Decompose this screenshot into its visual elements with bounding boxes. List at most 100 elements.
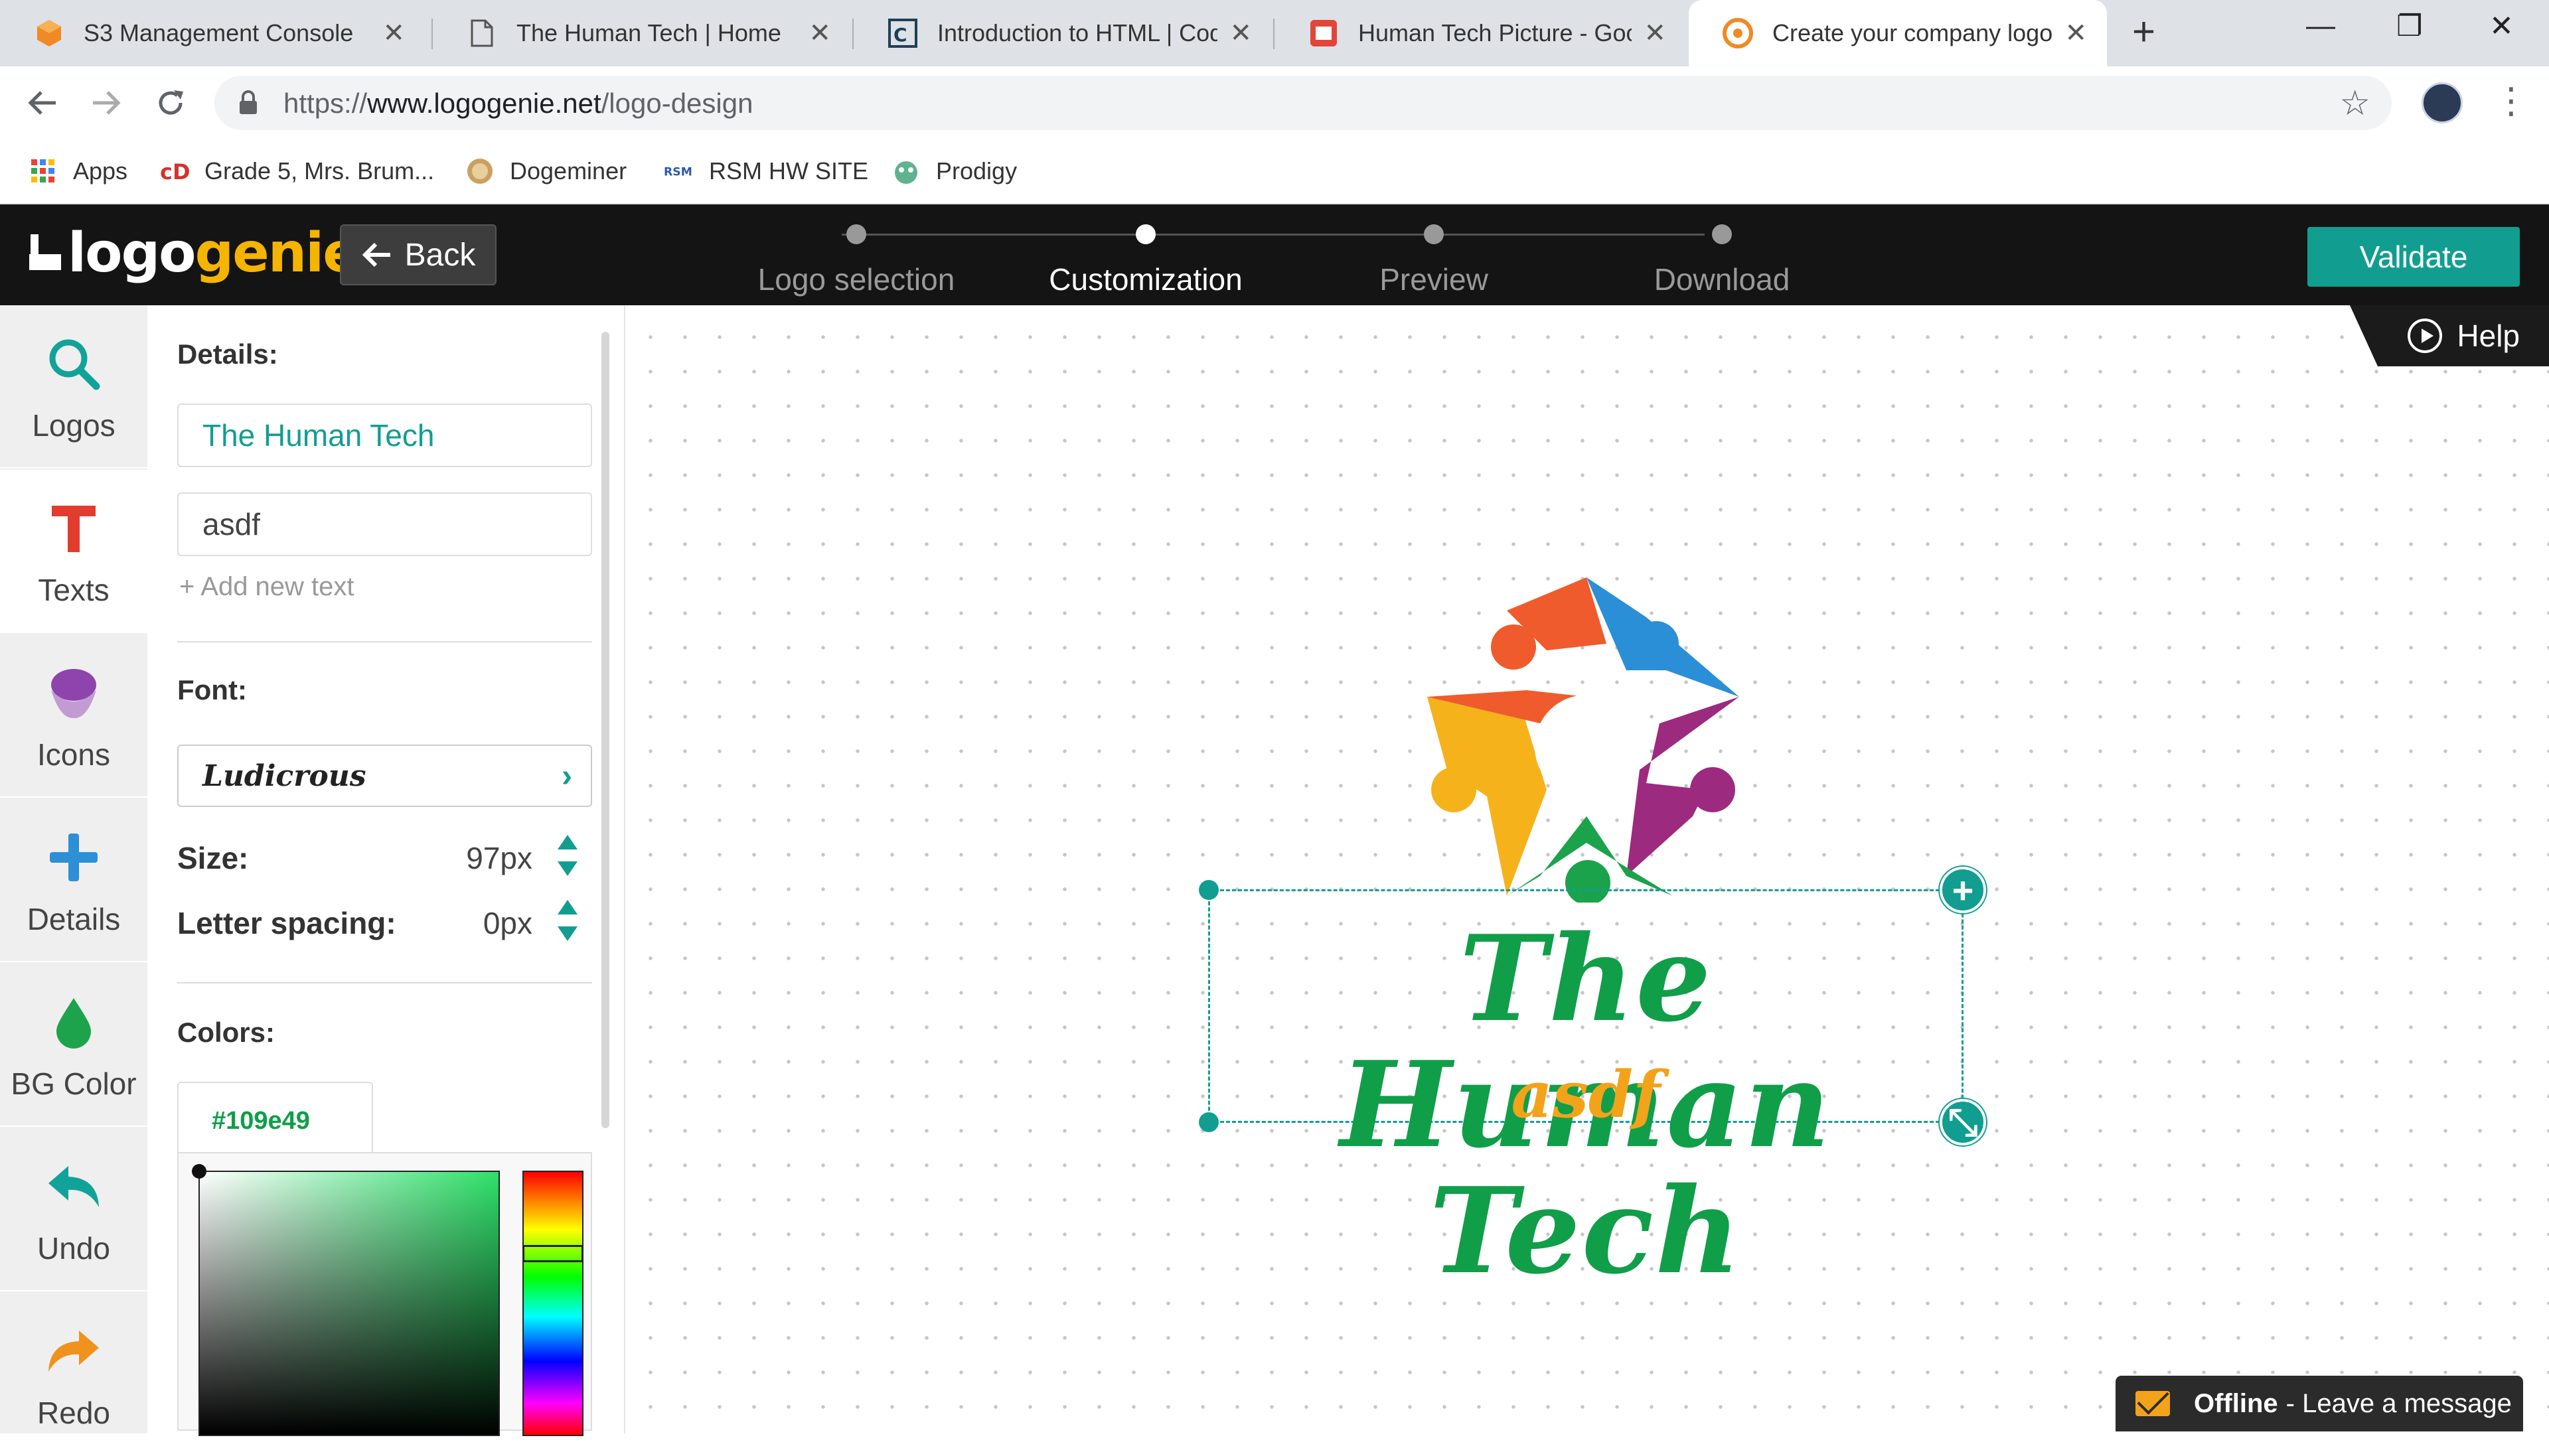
left-tool-nav: Logos Texts Icons Details BG Color Undo (0, 305, 147, 1456)
icons-shape-icon (40, 660, 107, 726)
new-tab-plus-icon[interactable]: + (2132, 12, 2155, 52)
tab-title: Introduction to HTML | Cod (937, 19, 1218, 46)
svg-text:C: C (893, 24, 907, 46)
bookmark-rsm[interactable]: RSM RSM HW SITE (664, 153, 868, 190)
text-field-brand[interactable]: The Human Tech (177, 403, 592, 467)
help-button[interactable]: Help (2350, 305, 2549, 366)
step-label: Customization (1049, 262, 1243, 297)
text-field-slogan[interactable]: asdf (177, 492, 592, 556)
tab-title: S3 Management Console (84, 19, 354, 46)
nav-redo[interactable]: Redo (0, 1293, 147, 1456)
apps-grid-icon (28, 156, 58, 186)
panel-scrollbar[interactable] (601, 332, 609, 1128)
add-new-text-link[interactable]: + Add new text (179, 572, 354, 602)
url-text: https://www.logogenie.net/logo-design (283, 88, 753, 119)
close-icon[interactable]: ✕ (1229, 18, 1252, 48)
logogenie-logo[interactable]: logo genie (27, 221, 360, 285)
profile-avatar[interactable] (2422, 82, 2463, 123)
size-stepper[interactable] (556, 832, 579, 879)
tab-codecademy[interactable]: C Introduction to HTML | Cod ✕ (854, 0, 1272, 66)
nav-label: BG Color (11, 1066, 137, 1101)
bookmark-classdojo[interactable]: cD Grade 5, Mrs. Brum... (159, 153, 434, 190)
bookmark-dogeminer[interactable]: Dogeminer (465, 153, 627, 190)
bookmark-star-icon[interactable]: ☆ (2339, 84, 2370, 123)
tab-s3-console[interactable]: S3 Management Console ✕ (0, 0, 425, 66)
close-icon[interactable]: ✕ (2064, 18, 2087, 48)
step-label: Logo selection (757, 262, 955, 297)
font-name: Ludicrous (202, 759, 366, 793)
tab-logogenie[interactable]: Create your company logo ✕ (1689, 0, 2107, 66)
size-value: 97px (466, 841, 532, 875)
nav-details[interactable]: Details (0, 799, 147, 962)
logo-emblem-graphic[interactable] (1407, 571, 1766, 903)
progress-steps: Logo selection Customization Preview Dow… (742, 219, 1791, 299)
bookmark-prodigy[interactable]: Prodigy (891, 153, 1017, 190)
size-row: Size: 97px (177, 835, 592, 880)
bookmark-label: Prodigy (936, 157, 1018, 184)
nav-label: Texts (38, 573, 110, 607)
logogenie-icon (1722, 17, 1754, 49)
reload-icon[interactable] (149, 81, 193, 125)
close-icon[interactable]: ✕ (1644, 18, 1666, 48)
font-selector[interactable]: Ludicrous › (177, 745, 592, 807)
step-download[interactable]: Download (1576, 219, 1868, 297)
step-customization[interactable]: Customization (1000, 219, 1292, 297)
classdojo-icon: cD (159, 156, 190, 186)
logo-slogan-text[interactable]: asdf (1208, 1062, 1964, 1128)
nav-icons[interactable]: Icons (0, 634, 147, 798)
close-icon[interactable]: ✕ (809, 18, 831, 48)
tab-human-tech-home[interactable]: The Human Tech | Home ✕ (433, 0, 851, 66)
bookmark-label: RSM HW SITE (709, 157, 868, 184)
svg-text:cD: cD (160, 159, 189, 183)
validate-button[interactable]: Validate (2307, 227, 2520, 287)
selection-handle-top-left[interactable] (1199, 880, 1219, 900)
chat-message: - Leave a message (2285, 1388, 2512, 1418)
step-logo-selection[interactable]: Logo selection (710, 219, 1002, 297)
nav-logos[interactable]: Logos (0, 305, 147, 469)
sv-picker-thumb[interactable] (192, 1164, 206, 1179)
back-arrow-icon[interactable] (20, 81, 64, 125)
letter-spacing-stepper[interactable] (556, 897, 579, 944)
bookmark-apps[interactable]: Apps (28, 153, 127, 190)
color-tab[interactable]: #109e49 (177, 1082, 373, 1153)
tab-google-slides[interactable]: Human Tech Picture - Goog ✕ (1274, 0, 1686, 66)
back-button[interactable]: Back (340, 224, 497, 285)
logo-word-2: genie (194, 221, 359, 285)
prodigy-icon (891, 156, 921, 186)
droplet-icon (40, 989, 107, 1055)
minimize-icon[interactable]: — (2306, 9, 2335, 42)
tab-title: Create your company logo (1772, 19, 2053, 46)
emblem-center (1535, 695, 1638, 798)
address-bar[interactable]: https://www.logogenie.net/logo-design ☆ (214, 76, 2392, 130)
close-icon[interactable]: ✕ (382, 18, 405, 48)
divider (177, 641, 592, 642)
browser-menu-icon[interactable]: ⋮ (2493, 80, 2529, 121)
bookmarks-bar: Apps cD Grade 5, Mrs. Brum... Dogeminer … (0, 139, 2549, 204)
color-picker (177, 1152, 592, 1436)
saturation-value-area[interactable] (192, 1164, 500, 1436)
hue-slider[interactable] (522, 1171, 583, 1436)
bookmark-label: Apps (73, 157, 128, 184)
magnifier-icon (40, 330, 107, 397)
add-element-plus-icon[interactable]: + (1940, 867, 1986, 913)
emblem-head-orange (1491, 624, 1536, 670)
step-dot (846, 224, 866, 244)
window-close-icon[interactable]: ✕ (2489, 9, 2514, 43)
forward-arrow-icon[interactable] (85, 81, 129, 125)
nav-texts[interactable]: Texts (0, 470, 147, 633)
step-preview[interactable]: Preview (1288, 219, 1580, 297)
nav-bg-color[interactable]: BG Color (0, 964, 147, 1127)
redo-arrow-icon (40, 1318, 107, 1384)
nav-label: Details (27, 902, 121, 936)
hue-slider-thumb[interactable] (522, 1245, 583, 1262)
app-header: logo genie Back Logo selection Customizat… (0, 204, 2549, 305)
restore-icon[interactable]: ❐ (2396, 9, 2422, 43)
nav-undo[interactable]: Undo (0, 1128, 147, 1291)
letter-spacing-value: 0px (483, 906, 532, 940)
offline-chat-widget[interactable]: Offline - Leave a message (2114, 1374, 2525, 1433)
details-heading: Details: (177, 338, 278, 370)
lock-icon (238, 90, 258, 119)
emblem-head-yellow (1431, 767, 1476, 812)
play-circle-icon (2408, 319, 2443, 353)
chevron-right-icon: › (562, 759, 572, 794)
